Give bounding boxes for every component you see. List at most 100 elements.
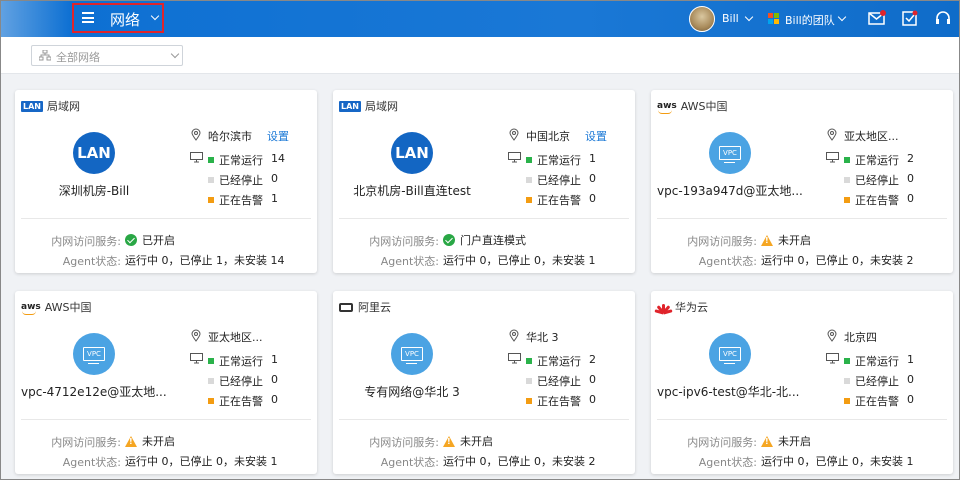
provider-label: LAN 局域网 [21, 100, 80, 113]
network-filter-select[interactable]: 全部网络 [31, 45, 183, 66]
provider-label: 华为云 [654, 300, 708, 314]
service-label: 内网访问服务: [687, 235, 757, 248]
service-label: 内网访问服务: [51, 235, 121, 248]
alarm-stat: 正在告警 [526, 192, 581, 208]
running-count: 1 [589, 152, 596, 165]
network-name[interactable]: vpc-ipv6-test@华北-北... [657, 383, 815, 400]
service-status: 未开启 [443, 433, 493, 449]
provider-label: aws AWS中国 [21, 301, 92, 315]
card-divider [21, 419, 311, 420]
network-name[interactable]: 专有网络@华北 3 [333, 383, 491, 400]
chevron-down-icon [150, 11, 160, 21]
card-divider [21, 218, 311, 219]
network-name[interactable]: vpc-193a947d@亚太地... [657, 182, 815, 199]
stopped-status-dot [208, 177, 214, 183]
host-monitor-icon [190, 152, 203, 163]
alarm-stat: 正在告警 [526, 393, 581, 409]
network-card[interactable]: aws AWS中国 VPC vpc-4712e12e@亚太地... 亚太地区...… [15, 291, 317, 474]
section-menu-selector[interactable]: 网络 [72, 3, 164, 33]
location-pin-icon [191, 128, 201, 141]
alarm-count: 0 [589, 393, 596, 406]
vpc-network-icon: VPC [391, 333, 433, 375]
hamburger-menu-icon[interactable] [82, 12, 94, 23]
lan-network-icon: LAN [73, 132, 115, 174]
agent-label: Agent状态: [62, 456, 121, 469]
alarm-stat: 正在告警 [208, 393, 263, 409]
agent-label: Agent状态: [380, 255, 439, 268]
service-status: 门户直连模式 [443, 232, 526, 248]
service-label: 内网访问服务: [369, 436, 439, 449]
running-status-dot [526, 358, 532, 364]
team-name[interactable]: Bill的团队 [785, 12, 835, 28]
host-monitor-icon [508, 152, 521, 163]
alarm-status-dot [526, 398, 532, 404]
alarm-status-dot [208, 398, 214, 404]
running-stat: 正常运行 [844, 353, 899, 369]
settings-link[interactable]: 设置 [267, 128, 289, 144]
alarm-count: 1 [271, 192, 278, 205]
alarm-stat: 正在告警 [208, 192, 263, 208]
stopped-stat: 已经停止 [208, 172, 263, 188]
alarm-status-dot [208, 197, 214, 203]
support-headset-icon[interactable] [934, 10, 952, 26]
network-name[interactable]: 北京机房-Bill直连test [333, 182, 491, 199]
alarm-status-dot [526, 197, 532, 203]
location-text: 华北 3 [526, 331, 559, 344]
lan-network-icon: LAN [391, 132, 433, 174]
check-circle-icon [125, 234, 137, 246]
user-chevron-down-icon[interactable] [744, 12, 754, 22]
team-chevron-down-icon[interactable] [837, 12, 847, 22]
running-status-dot [526, 157, 532, 163]
user-name[interactable]: Bill [722, 12, 739, 25]
provider-label: 阿里云 [339, 300, 391, 314]
filter-value: 全部网络 [56, 51, 100, 64]
stopped-status-dot [208, 378, 214, 384]
running-stat: 正常运行 [526, 353, 581, 369]
stopped-count: 0 [271, 172, 278, 185]
network-card[interactable]: 阿里云 VPC 专有网络@华北 3 华北 3 正常运行 2 已经停止 0 正在告… [333, 291, 635, 474]
network-card[interactable]: 华为云 VPC vpc-ipv6-test@华北-北... 北京四 正常运行 1… [651, 291, 953, 474]
running-status-dot [208, 358, 214, 364]
network-name[interactable]: vpc-4712e12e@亚太地... [21, 383, 179, 400]
message-icon[interactable] [868, 10, 886, 26]
network-card[interactable]: LAN 局域网 LAN 深圳机房-Bill 哈尔滨市 设置 正常运行 14 已经停… [15, 90, 317, 273]
location-pin-icon [191, 329, 201, 342]
location-text: 北京四 [844, 331, 877, 344]
provider-label: LAN 局域网 [339, 100, 398, 113]
location-pin-icon [509, 329, 519, 342]
stopped-count: 0 [589, 373, 596, 386]
agent-status: 运行中 0，已停止 0，未安装 1 [761, 455, 914, 468]
user-avatar[interactable] [689, 6, 715, 32]
lan-badge-icon: LAN [21, 100, 43, 112]
logo-area [1, 1, 71, 37]
service-status: 已开启 [125, 232, 175, 248]
stopped-count: 0 [907, 172, 914, 185]
check-circle-icon [443, 234, 455, 246]
host-monitor-icon [826, 353, 839, 364]
running-stat: 正常运行 [844, 152, 899, 168]
running-count: 1 [907, 353, 914, 366]
alarm-count: 0 [589, 192, 596, 205]
network-card[interactable]: aws AWS中国 VPC vpc-193a947d@亚太地... 亚太地区...… [651, 90, 953, 273]
location-text: 亚太地区... [844, 130, 899, 143]
warning-icon [125, 435, 137, 447]
running-stat: 正常运行 [526, 152, 581, 168]
aliyun-logo-icon [339, 302, 353, 312]
settings-link[interactable]: 设置 [585, 128, 607, 144]
stopped-stat: 已经停止 [526, 373, 581, 389]
network-name[interactable]: 深圳机房-Bill [15, 182, 173, 199]
task-icon[interactable] [901, 10, 919, 26]
stopped-stat: 已经停止 [526, 172, 581, 188]
network-card[interactable]: LAN 局域网 LAN 北京机房-Bill直连test 中国北京 设置 正常运行 … [333, 90, 635, 273]
location-pin-icon [827, 128, 837, 141]
running-count: 14 [271, 152, 285, 165]
agent-status: 运行中 0，已停止 0，未安装 2 [761, 254, 914, 267]
card-divider [339, 218, 629, 219]
team-windows-icon [768, 13, 780, 25]
alarm-status-dot [844, 398, 850, 404]
vpc-network-icon: VPC [73, 333, 115, 375]
running-status-dot [844, 157, 850, 163]
top-navigation-bar: 网络 Bill Bill的团队 [1, 1, 959, 37]
running-status-dot [844, 358, 850, 364]
host-monitor-icon [826, 152, 839, 163]
